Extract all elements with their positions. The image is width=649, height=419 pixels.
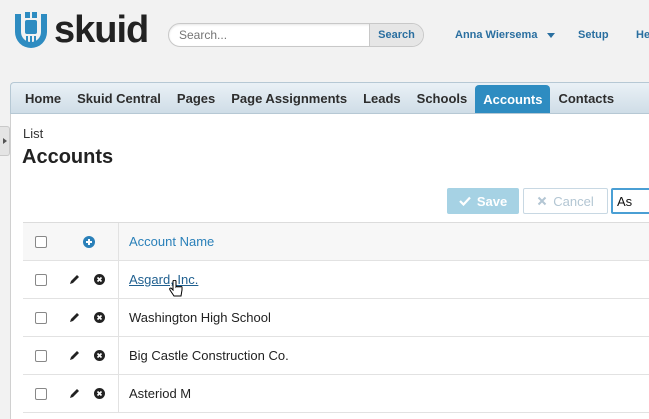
tab-skuid-central[interactable]: Skuid Central [69, 83, 169, 113]
row-checkbox[interactable] [35, 387, 47, 400]
help-link[interactable]: He [636, 29, 649, 41]
check-icon [459, 196, 471, 206]
chevron-right-icon [2, 138, 7, 144]
cancel-label: Cancel [553, 193, 594, 209]
table-row: Asteriod M [23, 375, 649, 413]
row-checkbox[interactable] [35, 273, 47, 286]
user-menu[interactable]: Anna Wiersema [455, 29, 556, 41]
sidebar-toggle[interactable] [0, 126, 10, 156]
breadcrumb: List [23, 126, 44, 141]
account-name-link[interactable]: Asgard, Inc. [129, 272, 198, 287]
column-header-account-name[interactable]: Account Name [119, 234, 214, 249]
tab-bar: Home Skuid Central Pages Page Assignment… [10, 82, 649, 114]
row-checkbox[interactable] [35, 349, 47, 362]
save-label: Save [476, 193, 508, 209]
account-name: Big Castle Construction Co. [129, 348, 289, 363]
tab-home[interactable]: Home [17, 83, 69, 113]
pencil-icon[interactable] [69, 350, 80, 361]
user-name: Anna Wiersema [455, 29, 538, 41]
tab-accounts[interactable]: Accounts [475, 85, 551, 113]
row-checkbox[interactable] [35, 311, 47, 324]
tab-pages[interactable]: Pages [169, 83, 223, 113]
chevron-down-icon [547, 32, 556, 38]
delete-icon[interactable] [94, 274, 105, 285]
logo-text: skuid [54, 9, 149, 51]
delete-icon[interactable] [94, 350, 105, 361]
pencil-icon[interactable] [69, 312, 80, 323]
close-icon [538, 196, 547, 206]
save-button[interactable]: Save [447, 188, 519, 214]
pencil-icon[interactable] [69, 388, 80, 399]
account-name: Washington High School [129, 310, 271, 325]
table-row: Big Castle Construction Co. [23, 337, 649, 375]
delete-icon[interactable] [94, 388, 105, 399]
setup-link[interactable]: Setup [578, 29, 609, 41]
tab-contacts[interactable]: Contacts [550, 83, 622, 113]
search-button[interactable]: Search [369, 24, 423, 46]
filter-input[interactable] [611, 188, 649, 214]
accounts-table: Account Name Asgard, Inc. Washington Hig… [23, 222, 649, 413]
main-content: List Accounts Save Cancel Account Name A… [10, 114, 649, 419]
tab-leads[interactable]: Leads [355, 83, 409, 113]
select-all-checkbox[interactable] [35, 235, 47, 248]
page-title: Accounts [22, 146, 114, 168]
add-row-icon[interactable] [82, 235, 95, 248]
skuid-logo[interactable]: skuid [12, 9, 149, 51]
pencil-icon[interactable] [69, 274, 80, 285]
app-header: skuid Search Anna Wiersema Setup He [0, 0, 649, 70]
delete-icon[interactable] [94, 312, 105, 323]
table-row: Washington High School [23, 299, 649, 337]
tab-schools[interactable]: Schools [409, 83, 476, 113]
table-header-row: Account Name [23, 223, 649, 261]
table-row: Asgard, Inc. [23, 261, 649, 299]
search-input[interactable] [169, 24, 369, 46]
skuid-logo-icon [15, 12, 47, 48]
account-name: Asteriod M [129, 386, 192, 401]
cancel-button[interactable]: Cancel [523, 188, 608, 214]
tab-page-assignments[interactable]: Page Assignments [223, 83, 355, 113]
hand-cursor-icon [169, 280, 183, 297]
global-search: Search [168, 23, 424, 47]
